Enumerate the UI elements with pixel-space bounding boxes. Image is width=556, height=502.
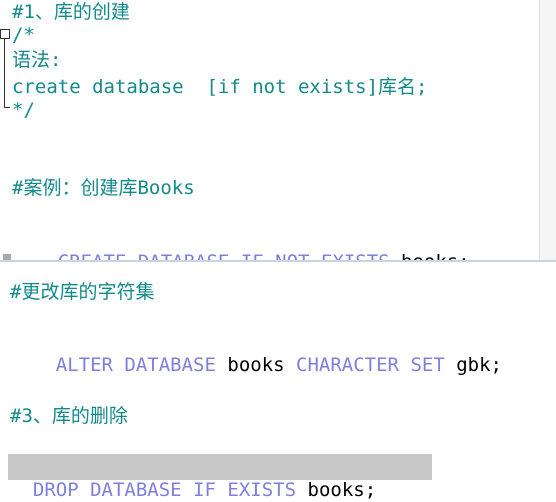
keyword-drop: DROP (32, 479, 79, 501)
identifier-books: books (227, 354, 285, 376)
code-line-comment-drop: #3、库的删除 (10, 405, 128, 427)
keyword-if: IF (193, 479, 216, 501)
keyword-set: SET (410, 354, 445, 376)
keyword-database: DATABASE (124, 354, 216, 376)
code-line-comment-example: #案例：创建库Books (12, 177, 195, 199)
code-line-drop-statement[interactable]: DROP DATABASE IF EXISTS books; (10, 456, 376, 502)
code-line-block-comment-open: /* (12, 24, 35, 46)
code-line-syntax: create database [if not exists]库名; (12, 76, 428, 98)
fold-guide-end (4, 107, 10, 108)
keyword-exists: EXISTS (227, 479, 297, 501)
code-line-syntax-label: 语法: (12, 49, 62, 71)
identifier-books: books; (307, 479, 377, 501)
fold-guide (4, 38, 5, 108)
keyword-alter: ALTER (55, 354, 113, 376)
vertical-scrollbar[interactable] (539, 0, 556, 262)
editor-pane-bottom[interactable]: #更改库的字符集 ALTER DATABASE books CHARACTER … (0, 262, 556, 481)
code-line-comment-alter: #更改库的字符集 (10, 281, 155, 303)
keyword-database: DATABASE (90, 479, 182, 501)
fold-toggle-icon[interactable] (0, 29, 10, 39)
keyword-character: CHARACTER (296, 354, 399, 376)
code-line-comment-create: #1、库的创建 (12, 1, 130, 23)
code-line-alter-statement: ALTER DATABASE books CHARACTER SET gbk; (10, 331, 502, 400)
editor-pane-top[interactable]: #1、库的创建 /* 语法: create database [if not e… (0, 0, 540, 273)
code-line-block-comment-close: */ (12, 99, 35, 121)
identifier-gbk: gbk; (456, 354, 502, 376)
